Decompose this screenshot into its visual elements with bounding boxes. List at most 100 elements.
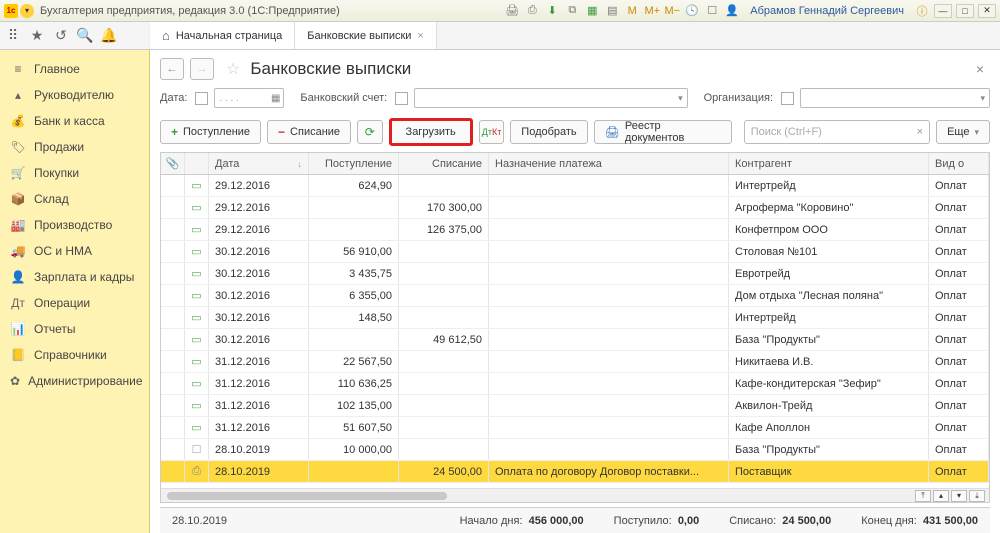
sidebar-item-12[interactable]: ✿Администрирование xyxy=(0,368,149,394)
info-icon[interactable]: ⓘ xyxy=(914,3,930,19)
sidebar-item-10[interactable]: 📊Отчеты xyxy=(0,316,149,342)
account-filter-checkbox[interactable] xyxy=(395,92,408,105)
more-button[interactable]: Еще ▾ xyxy=(936,120,990,144)
calendar-icon[interactable]: ▦ xyxy=(584,3,600,19)
col-attachment[interactable]: 📎 xyxy=(161,153,185,174)
sidebar-item-11[interactable]: 📒Справочники xyxy=(0,342,149,368)
cell-writeoff xyxy=(399,439,489,460)
table-row[interactable]: ▭29.12.2016126 375,00Конфетпром ООООплат xyxy=(161,219,989,241)
cell-date: 30.12.2016 xyxy=(209,285,309,306)
table-row[interactable]: ⎙28.10.201924 500,00Оплата по договору Д… xyxy=(161,461,989,483)
titlebar: 1c ▾ Бухгалтерия предприятия, редакция 3… xyxy=(0,0,1000,22)
favorite-icon[interactable]: ★ xyxy=(28,27,46,45)
sidebar-item-3[interactable]: 🏷Продажи xyxy=(0,134,149,160)
org-filter-combo[interactable] xyxy=(800,88,990,108)
tab-home[interactable]: ⌂ Начальная страница xyxy=(150,22,295,49)
save-icon[interactable]: ⬇ xyxy=(544,3,560,19)
cell-type: Оплат xyxy=(929,351,989,372)
doc-status-icon: ▭ xyxy=(185,395,209,416)
filter-row: Дата: . . . . Банковский счет: Организац… xyxy=(150,84,1000,112)
app-menu-dropdown-icon[interactable]: ▾ xyxy=(20,4,34,18)
col-receipt[interactable]: Поступление xyxy=(309,153,399,174)
cell-purpose xyxy=(489,417,729,438)
sidebar-item-5[interactable]: 📦Склад xyxy=(0,186,149,212)
sidebar: ≡Главное▴Руководителю💰Банк и касса🏷Прода… xyxy=(0,50,150,533)
account-filter-combo[interactable] xyxy=(414,88,687,108)
tab-bank-statements[interactable]: Банковские выписки × xyxy=(295,22,437,49)
sidebar-item-6[interactable]: 🏭Производство xyxy=(0,212,149,238)
registry-button[interactable]: 🖨 Реестр документов xyxy=(594,120,732,144)
col-purpose[interactable]: Назначение платежа xyxy=(489,153,729,174)
clock-icon[interactable]: 🕓 xyxy=(684,3,700,19)
table-row[interactable]: ▭31.12.201651 607,50Кафе АполлонОплат xyxy=(161,417,989,439)
col-writeoff[interactable]: Списание xyxy=(399,153,489,174)
col-contragent[interactable]: Контрагент xyxy=(729,153,929,174)
writeoff-button[interactable]: − Списание xyxy=(267,120,351,144)
sidebar-item-7[interactable]: 🚚ОС и НМА xyxy=(0,238,149,264)
clear-search-icon[interactable]: × xyxy=(917,126,923,138)
col-icon[interactable] xyxy=(185,153,209,174)
cell-contragent: Евротрейд xyxy=(729,263,929,284)
star-icon[interactable]: ☆ xyxy=(226,59,240,79)
table-row[interactable]: ▭30.12.201649 612,50База "Продукты"Оплат xyxy=(161,329,989,351)
table-row[interactable]: ▭31.12.2016110 636,25Кафе-кондитерская "… xyxy=(161,373,989,395)
search-input[interactable]: Поиск (Ctrl+F) × xyxy=(744,120,930,144)
user-name[interactable]: Абрамов Геннадий Сергеевич xyxy=(750,5,904,17)
close-window-button[interactable]: ✕ xyxy=(978,4,996,18)
sidebar-item-0[interactable]: ≡Главное xyxy=(0,56,149,82)
cell-writeoff: 24 500,00 xyxy=(399,461,489,482)
window-list-icon[interactable]: ☐ xyxy=(704,3,720,19)
load-button[interactable]: Загрузить xyxy=(389,118,473,146)
sidebar-item-9[interactable]: ДтОперации xyxy=(0,290,149,316)
printer-icon[interactable]: ⎙ xyxy=(524,3,540,19)
table-row[interactable]: ▭30.12.201656 910,00Столовая №101Оплат xyxy=(161,241,989,263)
col-type[interactable]: Вид о xyxy=(929,153,989,174)
scrollbar-thumb[interactable] xyxy=(167,492,447,500)
close-tab-icon[interactable]: × xyxy=(417,30,423,42)
sidebar-item-1[interactable]: ▴Руководителю xyxy=(0,82,149,108)
cell-writeoff: 49 612,50 xyxy=(399,329,489,350)
refresh-button[interactable]: ⟳ xyxy=(357,120,383,144)
pick-button[interactable]: Подобрать xyxy=(510,120,587,144)
sidebar-item-4[interactable]: 🛒Покупки xyxy=(0,160,149,186)
nav-forward-button[interactable]: → xyxy=(190,58,214,80)
date-filter-input[interactable]: . . . . xyxy=(214,88,284,108)
table-row[interactable]: ☐28.10.201910 000,00База "Продукты"Оплат xyxy=(161,439,989,461)
sidebar-item-8[interactable]: 👤Зарплата и кадры xyxy=(0,264,149,290)
scroll-bottom-button[interactable]: ⤓ xyxy=(969,490,985,502)
nav-back-button[interactable]: ← xyxy=(160,58,184,80)
table-row[interactable]: ▭29.12.2016624,90ИнтертрейдОплат xyxy=(161,175,989,197)
table-row[interactable]: ▭30.12.20163 435,75ЕвротрейдОплат xyxy=(161,263,989,285)
m-button[interactable]: M xyxy=(624,3,640,19)
table-row[interactable]: ▭30.12.20166 355,00Дом отдыха "Лесная по… xyxy=(161,285,989,307)
receipt-button[interactable]: + Поступление xyxy=(160,120,261,144)
sidebar-icon: 📊 xyxy=(10,321,26,337)
maximize-button[interactable]: □ xyxy=(956,4,974,18)
mminus-button[interactable]: M− xyxy=(664,3,680,19)
date-filter-checkbox[interactable] xyxy=(195,92,208,105)
sidebar-item-2[interactable]: 💰Банк и касса xyxy=(0,108,149,134)
minimize-button[interactable]: — xyxy=(934,4,952,18)
print-icon[interactable]: 🖨 xyxy=(504,3,520,19)
apps-icon[interactable]: ⠿ xyxy=(4,27,22,45)
table-row[interactable]: ▭29.12.2016170 300,00Агроферма "Коровино… xyxy=(161,197,989,219)
search-icon[interactable]: 🔍 xyxy=(76,27,94,45)
org-filter-checkbox[interactable] xyxy=(781,92,794,105)
close-page-icon[interactable]: × xyxy=(976,61,984,77)
history-icon[interactable]: ↺ xyxy=(52,27,70,45)
horizontal-scrollbar[interactable]: ⤒ ▴ ▾ ⤓ xyxy=(161,488,989,502)
cell-receipt: 56 910,00 xyxy=(309,241,399,262)
scroll-top-button[interactable]: ⤒ xyxy=(915,490,931,502)
calculator-icon[interactable]: ▤ xyxy=(604,3,620,19)
grid-body[interactable]: ▭29.12.2016624,90ИнтертрейдОплат▭29.12.2… xyxy=(161,175,989,488)
table-row[interactable]: ▭30.12.2016148,50ИнтертрейдОплат xyxy=(161,307,989,329)
scroll-down-button[interactable]: ▾ xyxy=(951,490,967,502)
col-date[interactable]: Дата↓ xyxy=(209,153,309,174)
compare-icon[interactable]: ⧉ xyxy=(564,3,580,19)
table-row[interactable]: ▭31.12.2016102 135,00Аквилон-ТрейдОплат xyxy=(161,395,989,417)
table-row[interactable]: ▭31.12.201622 567,50Никитаева И.В.Оплат xyxy=(161,351,989,373)
scroll-up-button[interactable]: ▴ xyxy=(933,490,949,502)
dtkt-button[interactable]: ДтКт xyxy=(479,120,505,144)
mplus-button[interactable]: M+ xyxy=(644,3,660,19)
bell-icon[interactable]: 🔔 xyxy=(100,27,118,45)
